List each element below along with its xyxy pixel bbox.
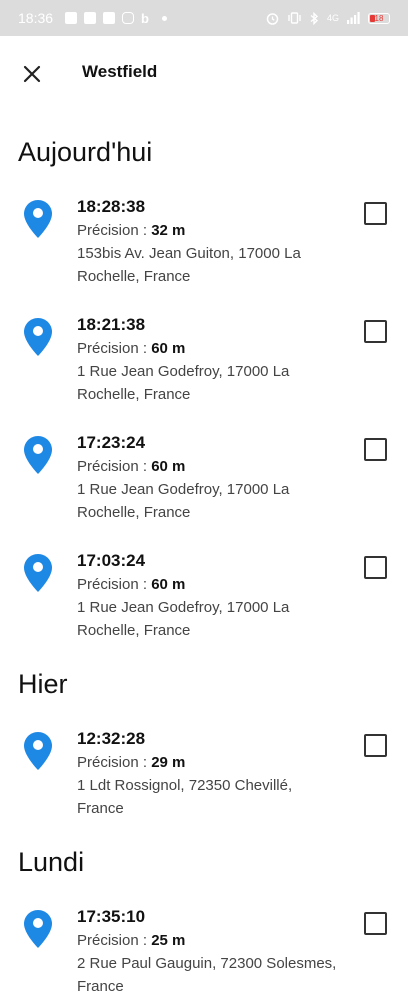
precision-label: Précision : xyxy=(77,932,152,949)
status-bar: 18:36 b 4G 18 xyxy=(0,0,408,36)
entry-address: 1 Rue Jean Godefroy, 17000 La Rochelle, … xyxy=(77,599,290,639)
entry-time: 17:03:24 xyxy=(77,551,146,570)
page-title: Westfield xyxy=(82,62,158,81)
list-item[interactable]: 17:03:24 Précision : 60 m 1 Rue Jean Godef… xyxy=(0,528,408,646)
precision-label: Précision : xyxy=(77,222,152,239)
entry-precision: Précision : 60 m xyxy=(77,574,337,596)
entry-address: 1 Ldt Rossignol, 72350 Chevillé, France xyxy=(77,777,293,817)
list-item[interactable]: 17:23:24 Précision : 60 m 1 Rue Jean Godef… xyxy=(0,410,408,528)
entry-address: 153bis Av. Jean Guiton, 17000 La Rochell… xyxy=(77,245,301,285)
close-button[interactable] xyxy=(18,60,46,88)
entry-time: 17:35:10 xyxy=(77,907,146,926)
entry-time: 18:21:38 xyxy=(77,315,146,334)
bluetooth-icon xyxy=(310,11,319,25)
entry-address: 1 Rue Jean Godefroy, 17000 La Rochelle, … xyxy=(77,363,290,403)
status-right: 4G 18 xyxy=(266,11,390,25)
entry-precision: Précision : 32 m xyxy=(77,220,337,242)
bing-icon: b xyxy=(141,10,149,26)
entry-details: 17:23:24 Précision : 60 m 1 Rue Jean Godef… xyxy=(77,432,337,524)
entry-address: 2 Rue Paul Gauguin, 72300 Solesmes, Fran… xyxy=(77,955,337,995)
network-type: 4G xyxy=(326,13,339,23)
app-bar: Westfield xyxy=(0,36,408,110)
select-checkbox[interactable] xyxy=(364,438,387,461)
instagram-icon xyxy=(122,12,135,24)
status-time: 18:36 xyxy=(18,10,54,26)
chat-icon xyxy=(103,12,116,24)
close-icon xyxy=(23,65,41,83)
location-history-list: Aujourd'hui 18:28:38 Précision : 32 m 153bi… xyxy=(0,110,408,1000)
section-title: Lundi xyxy=(18,847,85,877)
vibrate-icon xyxy=(288,12,301,24)
precision-label: Précision : xyxy=(77,754,152,771)
entry-precision: Précision : 60 m xyxy=(77,338,337,360)
entry-precision: Précision : 25 m xyxy=(77,930,337,952)
precision-label: Précision : xyxy=(77,576,152,593)
list-item[interactable]: 12:32:28 Précision : 29 m 1 Ldt Rossignol,… xyxy=(0,706,408,824)
location-pin-icon xyxy=(24,554,52,592)
precision-label: Précision : xyxy=(77,458,152,475)
list-item[interactable]: 18:28:38 Précision : 32 m 153bis Av. Jean … xyxy=(0,174,408,292)
location-pin-icon xyxy=(24,200,52,238)
entry-address: 1 Rue Jean Godefroy, 17000 La Rochelle, … xyxy=(77,481,290,521)
entry-details: 18:21:38 Précision : 60 m 1 Rue Jean Godef… xyxy=(77,314,337,406)
entry-time: 17:23:24 xyxy=(77,433,146,452)
select-checkbox[interactable] xyxy=(364,912,387,935)
entry-precision: Précision : 29 m xyxy=(77,752,337,774)
alarm-icon xyxy=(266,12,279,25)
location-pin-icon xyxy=(24,318,52,356)
precision-value: 32 m xyxy=(151,222,186,239)
section-title: Aujourd'hui xyxy=(18,137,153,167)
precision-value: 29 m xyxy=(151,754,186,771)
entry-time: 18:28:38 xyxy=(77,197,146,216)
mail-icon xyxy=(84,12,97,24)
signal-icon xyxy=(347,12,360,24)
entry-details: 17:35:10 Précision : 25 m 2 Rue Paul Gaugu… xyxy=(77,906,337,998)
entry-details: 12:32:28 Précision : 29 m 1 Ldt Rossignol,… xyxy=(77,728,337,820)
list-item[interactable]: 18:21:38 Précision : 60 m 1 Rue Jean Godef… xyxy=(0,292,408,410)
location-pin-icon xyxy=(24,436,52,474)
entry-details: 18:28:38 Précision : 32 m 153bis Av. Jean … xyxy=(77,196,337,288)
section-title: Hier xyxy=(18,669,68,699)
entry-details: 17:03:24 Précision : 60 m 1 Rue Jean Godef… xyxy=(77,550,337,642)
notification-app-icon xyxy=(65,12,78,24)
select-checkbox[interactable] xyxy=(364,734,387,757)
entry-time: 12:32:28 xyxy=(77,729,146,748)
select-checkbox[interactable] xyxy=(364,556,387,579)
select-checkbox[interactable] xyxy=(364,202,387,225)
precision-value: 60 m xyxy=(151,458,186,475)
notification-icons: b xyxy=(65,11,167,26)
precision-value: 25 m xyxy=(151,932,186,949)
location-pin-icon xyxy=(24,732,52,770)
location-pin-icon xyxy=(24,910,52,948)
list-item[interactable]: 17:35:10 Précision : 25 m 2 Rue Paul Gaugu… xyxy=(0,884,408,1000)
precision-value: 60 m xyxy=(151,576,186,593)
battery-icon: 18 xyxy=(368,12,390,24)
more-notifications-icon xyxy=(162,15,167,21)
precision-value: 60 m xyxy=(151,340,186,357)
select-checkbox[interactable] xyxy=(364,320,387,343)
entry-precision: Précision : 60 m xyxy=(77,456,337,478)
precision-label: Précision : xyxy=(77,340,152,357)
